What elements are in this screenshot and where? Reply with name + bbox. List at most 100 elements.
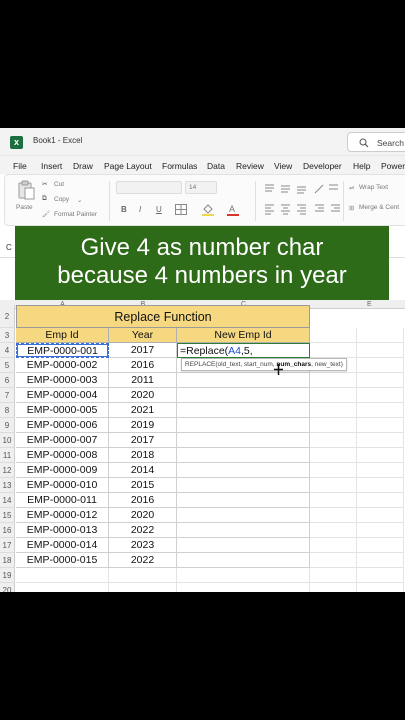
year-cell[interactable]: 2018 (109, 448, 177, 463)
year-cell[interactable]: 2020 (109, 388, 177, 403)
empty-cell[interactable] (310, 568, 357, 583)
tab-page-layout[interactable]: Page Layout (104, 161, 152, 171)
tab-data[interactable]: Data (207, 161, 225, 171)
cut-scissors-icon[interactable]: ✂ (42, 180, 47, 188)
cut-button[interactable]: Cut (54, 181, 64, 188)
row-header[interactable]: 3 (0, 328, 15, 343)
new-emp-id-cell[interactable] (177, 493, 310, 508)
row-header[interactable]: 4 (0, 343, 15, 358)
row-header[interactable]: 13 (0, 478, 15, 493)
new-emp-id-cell[interactable] (177, 538, 310, 553)
row-header[interactable]: 16 (0, 523, 15, 538)
tab-formulas[interactable]: Formulas (162, 161, 197, 171)
tab-review[interactable]: Review (236, 161, 264, 171)
year-cell[interactable]: 2015 (109, 478, 177, 493)
empty-cell[interactable] (357, 568, 404, 583)
row-header[interactable]: 2 (0, 305, 15, 328)
tab-help[interactable]: Help (353, 161, 370, 171)
underline-button[interactable]: U (156, 205, 162, 214)
emp-id-cell[interactable]: EMP-0000-015 (16, 553, 109, 568)
borders-icon[interactable] (175, 204, 187, 215)
empty-cell[interactable] (310, 508, 357, 523)
new-emp-id-cell[interactable] (177, 373, 310, 388)
year-cell[interactable]: 2017 (109, 343, 177, 358)
tab-power[interactable]: Power (381, 161, 405, 171)
merge-center-icon[interactable]: ⊞ (349, 204, 354, 212)
empty-cell[interactable] (310, 583, 357, 592)
tab-developer[interactable]: Developer (303, 161, 342, 171)
row-header[interactable]: 18 (0, 553, 15, 568)
row-header[interactable]: 15 (0, 508, 15, 523)
row-header[interactable]: 5 (0, 358, 15, 373)
row-header[interactable]: 17 (0, 538, 15, 553)
empty-cell[interactable] (357, 508, 404, 523)
copy-button[interactable]: Copy (54, 196, 69, 203)
empty-cell[interactable] (310, 553, 357, 568)
row-header[interactable]: 8 (0, 403, 15, 418)
year-cell[interactable]: 2016 (109, 493, 177, 508)
horizontal-align-icons[interactable] (263, 203, 343, 215)
italic-button[interactable]: I (139, 205, 141, 214)
new-emp-id-cell[interactable] (177, 508, 310, 523)
empty-cell[interactable] (357, 433, 404, 448)
row-header[interactable]: 11 (0, 448, 15, 463)
empty-cell[interactable] (357, 493, 404, 508)
header-year[interactable]: Year (109, 328, 177, 343)
year-cell[interactable]: 2023 (109, 538, 177, 553)
format-painter-button[interactable]: Format Painter (54, 211, 97, 218)
emp-id-cell[interactable]: EMP-0000-011 (16, 493, 109, 508)
empty-cell[interactable] (310, 523, 357, 538)
empty-cell[interactable] (310, 433, 357, 448)
row-header[interactable]: 9 (0, 418, 15, 433)
empty-cell[interactable] (177, 568, 310, 583)
empty-cell[interactable] (357, 373, 404, 388)
emp-id-cell[interactable]: EMP-0000-013 (16, 523, 109, 538)
emp-id-cell[interactable]: EMP-0000-002 (16, 358, 109, 373)
merge-center-button[interactable]: Merge & Cent (359, 204, 399, 211)
emp-id-cell[interactable]: EMP-0000-008 (16, 448, 109, 463)
empty-cell[interactable] (310, 493, 357, 508)
empty-cell[interactable] (357, 478, 404, 493)
bold-button[interactable]: B (121, 205, 127, 214)
new-emp-id-cell[interactable] (177, 553, 310, 568)
emp-id-cell[interactable]: EMP-0000-004 (16, 388, 109, 403)
empty-cell[interactable] (109, 568, 177, 583)
fill-color-icon[interactable] (202, 203, 214, 216)
empty-cell[interactable] (357, 358, 404, 373)
emp-id-cell[interactable]: EMP-0000-014 (16, 538, 109, 553)
search-box[interactable]: Search (347, 132, 405, 152)
emp-id-cell[interactable]: EMP-0000-005 (16, 403, 109, 418)
empty-cell[interactable] (357, 328, 404, 343)
empty-cell[interactable] (310, 373, 357, 388)
header-new-emp-id[interactable]: New Emp Id (177, 328, 310, 343)
empty-cell[interactable] (357, 448, 404, 463)
row-header[interactable]: 14 (0, 493, 15, 508)
empty-cell[interactable] (310, 478, 357, 493)
row-header[interactable]: 19 (0, 568, 15, 583)
formula-edit-cell[interactable]: =Replace(A4,5, (177, 343, 310, 358)
row-header[interactable]: 7 (0, 388, 15, 403)
row-header[interactable]: 20 (0, 583, 15, 592)
empty-cell[interactable] (310, 418, 357, 433)
empty-cell[interactable] (357, 418, 404, 433)
empty-cell[interactable] (310, 463, 357, 478)
tab-file[interactable]: File (13, 161, 27, 171)
empty-cell[interactable] (177, 583, 310, 592)
new-emp-id-cell[interactable] (177, 463, 310, 478)
year-cell[interactable]: 2019 (109, 418, 177, 433)
year-cell[interactable]: 2020 (109, 508, 177, 523)
empty-cell[interactable] (310, 343, 357, 358)
empty-cell[interactable] (16, 583, 109, 592)
year-cell[interactable]: 2016 (109, 358, 177, 373)
emp-id-cell[interactable]: EMP-0000-012 (16, 508, 109, 523)
empty-cell[interactable] (357, 523, 404, 538)
row-header[interactable]: 12 (0, 463, 15, 478)
year-cell[interactable]: 2011 (109, 373, 177, 388)
emp-id-cell[interactable]: EMP-0000-001 (16, 343, 109, 358)
year-cell[interactable]: 2022 (109, 523, 177, 538)
row-header[interactable]: 10 (0, 433, 15, 448)
new-emp-id-cell[interactable] (177, 478, 310, 493)
tab-draw[interactable]: Draw (73, 161, 93, 171)
emp-id-cell[interactable]: EMP-0000-003 (16, 373, 109, 388)
empty-cell[interactable] (310, 388, 357, 403)
